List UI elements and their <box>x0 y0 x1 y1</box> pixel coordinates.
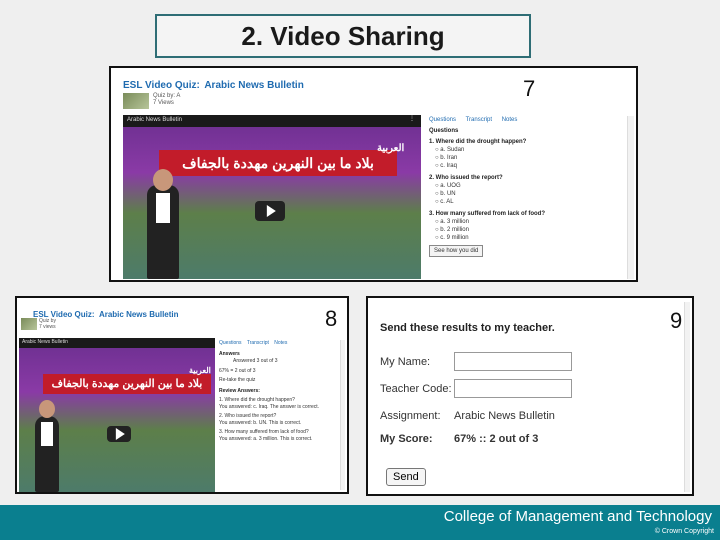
author-meta: Quiz by 7 views <box>39 318 56 330</box>
assignment-row: Assignment: Arabic News Bulletin <box>380 410 555 422</box>
assignment-value: Arabic News Bulletin <box>454 410 555 422</box>
screenshot-number: 9 <box>670 308 683 333</box>
panel-scrollbar[interactable] <box>340 340 345 490</box>
share-icon[interactable]: ⋮ <box>409 115 415 122</box>
screenshot-results: ESL Video Quiz: Arabic News Bulletin Qui… <box>15 296 349 494</box>
question-text: 2. Who issued the report? <box>429 175 503 181</box>
review-answer: You answered: a. 3 million. This is corr… <box>219 436 313 442</box>
screenshot-send-form: 9 Send these results to my teacher. My N… <box>366 296 694 496</box>
score-label: My Score: <box>380 433 433 445</box>
review-heading: Review Answers: <box>219 388 260 394</box>
score-value: 67% :: 2 out of 3 <box>454 433 539 445</box>
answer-option[interactable]: a. 3 million <box>429 218 629 226</box>
anchor-shirt <box>156 193 170 223</box>
views-line: 7 Views <box>153 100 174 106</box>
author-thumbnail[interactable] <box>21 318 37 330</box>
slide-title: 2. Video Sharing <box>155 14 531 58</box>
answers-heading: Answers <box>219 351 240 357</box>
tab-questions[interactable]: Questions <box>429 117 456 123</box>
answer-option[interactable]: b. UN <box>429 190 629 198</box>
question-2: 2. Who issued the report? a. UOG b. UN c… <box>429 174 629 206</box>
tab-transcript[interactable]: Transcript <box>247 340 269 346</box>
slide: 2. Video Sharing ESL Video Quiz: Arabic … <box>0 0 720 540</box>
answer-option[interactable]: b. Iran <box>429 154 629 162</box>
author-meta: Quiz by: A 7 Views <box>153 93 180 107</box>
tab-notes[interactable]: Notes <box>502 117 518 123</box>
video-title: Arabic News Bulletin <box>127 117 183 123</box>
screenshot-number: 7 <box>523 76 536 101</box>
teacher-code-label: Teacher Code: <box>380 382 452 395</box>
review-answer: You answered: c. Iraq. The answer is cor… <box>219 404 320 410</box>
tab-notes[interactable]: Notes <box>274 340 287 346</box>
footer-institution: College of Management and Technology <box>443 508 712 525</box>
score-row: My Score: 67% :: 2 out of 3 <box>380 433 538 445</box>
play-button[interactable] <box>255 201 285 221</box>
video-title: Arabic News Bulletin <box>22 339 68 345</box>
channel-logo: العربية <box>189 366 211 375</box>
video-title-bar: Arabic News Bulletin <box>19 338 215 348</box>
question-text: 3. How many suffered from lack of food? <box>429 211 546 217</box>
review-question: 1. Where did the drought happen? <box>219 397 295 403</box>
video-player[interactable]: Arabic News Bulletin ⋮ بلاد ما بين النهري… <box>123 115 421 279</box>
answer-option[interactable]: a. Sudan <box>429 146 629 154</box>
teacher-code-row: Teacher Code: <box>380 379 572 398</box>
question-3: 3. How many suffered from lack of food? … <box>429 210 629 242</box>
see-how-you-did-button[interactable]: See how you did <box>429 245 484 257</box>
screenshot-number: 8 <box>325 306 338 331</box>
answer-option[interactable]: a. UOG <box>429 182 629 190</box>
review-question: 2. Who issued the report? <box>219 413 277 419</box>
views-line: 7 views <box>39 324 56 330</box>
footer-copyright: © Crown Copyright <box>654 528 714 535</box>
name-row: My Name: <box>380 352 572 371</box>
questions-heading: Questions <box>429 128 459 134</box>
panel-scrollbar[interactable] <box>627 116 634 279</box>
quiz-subtitle[interactable]: Arabic News Bulletin <box>99 310 179 319</box>
panel-tabs: Questions Transcript Notes <box>219 340 339 347</box>
quiz-title: ESL Video Quiz: Arabic News Bulletin <box>123 75 304 93</box>
question-text: 1. Where did the drought happen? <box>429 139 527 145</box>
teacher-code-input[interactable] <box>454 379 572 398</box>
name-label: My Name: <box>380 355 431 368</box>
question-panel: Questions Transcript Notes Questions 1. … <box>429 116 629 257</box>
anchor-head <box>39 400 55 418</box>
anchor-head <box>153 169 173 191</box>
question-1: 1. Where did the drought happen? a. Suda… <box>429 138 629 170</box>
results-panel: Questions Transcript Notes Answers Answe… <box>219 340 339 443</box>
play-button[interactable] <box>107 426 131 442</box>
send-button[interactable]: Send <box>386 468 426 486</box>
channel-logo: العربية <box>377 143 405 154</box>
score-line: 67% = 2 out of 3 <box>219 368 256 374</box>
news-banner: بلاد ما بين النهرين مهددة بالجفاف <box>43 374 211 394</box>
news-banner: بلاد ما بين النهرين مهددة بالجفاف <box>159 150 397 176</box>
quiz-title-label: ESL Video Quiz: <box>123 80 200 91</box>
video-player[interactable]: Arabic News Bulletin بلاد ما بين النهرين… <box>19 338 215 492</box>
author-thumbnail[interactable] <box>123 93 149 109</box>
form-title: Send these results to my teacher. <box>380 322 555 334</box>
panel-tabs: Questions Transcript Notes <box>429 116 629 124</box>
answer-option[interactable]: c. Iraq <box>429 162 629 170</box>
video-title-bar: Arabic News Bulletin ⋮ <box>123 115 421 127</box>
retake-link[interactable]: Re-take the quiz <box>219 377 339 384</box>
author-line: Quiz by: A <box>153 93 181 99</box>
form-scrollbar[interactable] <box>684 302 690 492</box>
answer-option[interactable]: c. 9 million <box>429 234 629 242</box>
quiz-subtitle[interactable]: Arabic News Bulletin <box>204 80 303 91</box>
assignment-label: Assignment: <box>380 410 441 422</box>
tab-questions[interactable]: Questions <box>219 340 242 346</box>
anchor-shirt <box>41 422 53 446</box>
answer-option[interactable]: c. AL <box>429 198 629 206</box>
review-answer: You answered: b. UN. This is correct. <box>219 420 302 426</box>
answered-count: Answered 3 out of 3 <box>233 358 278 364</box>
name-input[interactable] <box>454 352 572 371</box>
answer-option[interactable]: b. 2 million <box>429 226 629 234</box>
screenshot-quiz: ESL Video Quiz: Arabic News Bulletin Qui… <box>109 66 638 282</box>
review-question: 3. How many suffered from lack of food? <box>219 429 309 435</box>
tab-transcript[interactable]: Transcript <box>466 117 492 123</box>
